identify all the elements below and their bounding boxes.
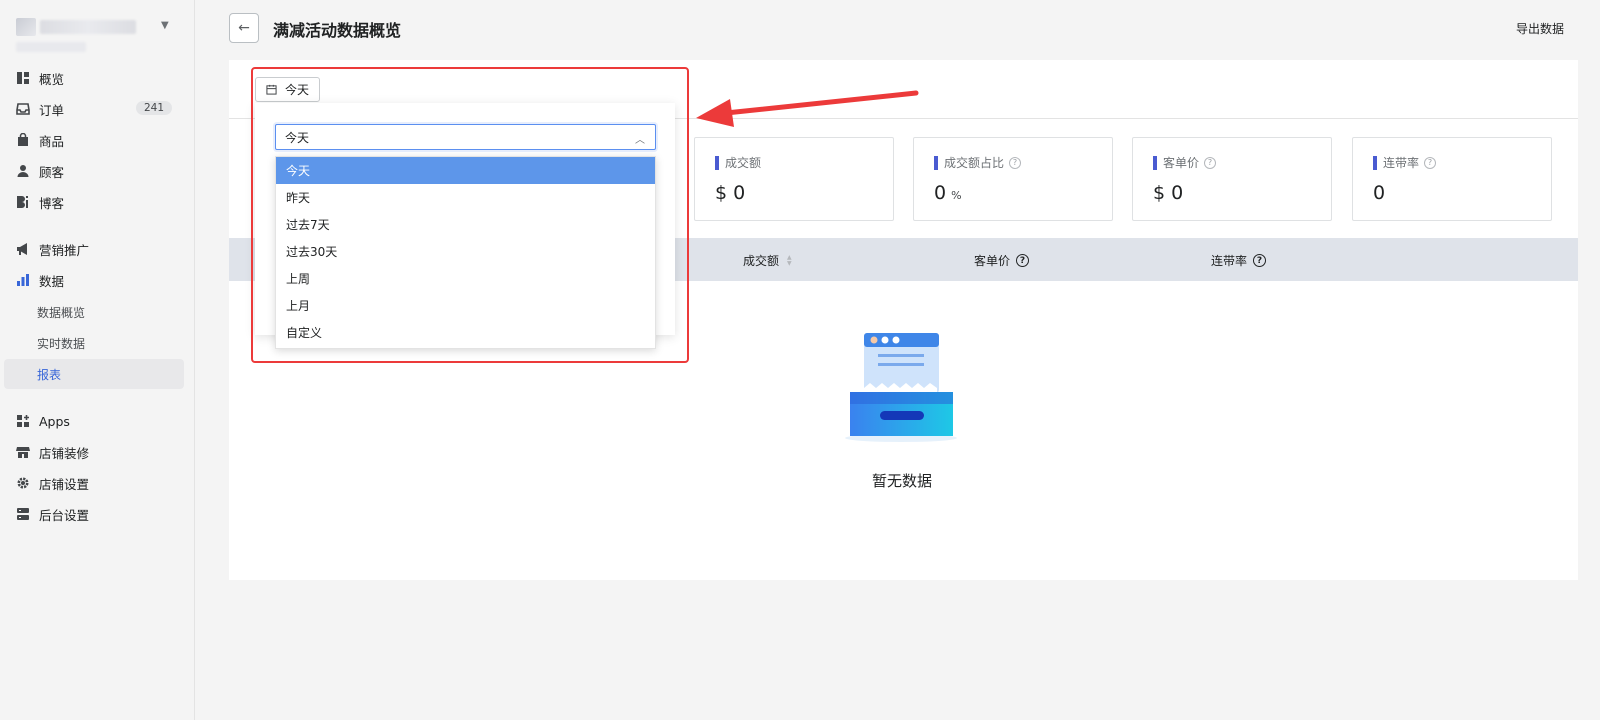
nav-label: 后台设置	[39, 507, 90, 523]
nav-sub-label: 实时数据	[37, 336, 86, 351]
nav-sub-label: 数据概览	[37, 305, 86, 320]
help-icon[interactable]: ?	[1253, 254, 1267, 267]
nav-label: 营销推广	[39, 242, 90, 258]
metric-label: 客单价?	[1153, 154, 1217, 171]
metric-label: 成交额	[715, 154, 761, 171]
metric-card-avg-order-value: 客单价? $ 0	[1132, 137, 1332, 221]
metric-label: 成交额占比?	[934, 154, 1022, 171]
nav-label: 店铺装修	[39, 445, 90, 461]
nav-item-products[interactable]: 商品	[4, 125, 184, 155]
metric-card-attach-rate: 连带率? 0	[1352, 137, 1552, 221]
metric-label: 连带率?	[1373, 154, 1437, 171]
nav-item-apps[interactable]: Apps	[4, 406, 184, 436]
nav-item-overview[interactable]: 概览	[4, 63, 184, 93]
column-label: 客单价	[974, 254, 1011, 268]
nav-label: 商品	[39, 133, 65, 149]
nav-sub-label: 报表	[37, 367, 62, 382]
apps-icon	[16, 414, 30, 428]
nav-label: 概览	[39, 71, 65, 87]
metric-label-text: 客单价	[1163, 156, 1200, 170]
page-title: 满减活动数据概览	[273, 21, 402, 40]
column-label: 成交额	[743, 254, 780, 268]
metric-card-revenue-share: 成交额占比? 0%	[913, 137, 1113, 221]
metric-label-text: 连带率	[1383, 156, 1420, 170]
metric-value: $ 0	[1153, 182, 1184, 204]
nav-item-store-settings[interactable]: 店铺设置	[4, 468, 184, 498]
export-data-button[interactable]: 导出数据	[1516, 20, 1564, 37]
nav-label: 订单	[39, 102, 65, 118]
blog-icon	[16, 195, 30, 209]
store-subtitle-blurred	[16, 42, 86, 52]
nav-item-blog[interactable]: 博客	[4, 187, 184, 217]
store-logo	[16, 18, 36, 36]
server-icon	[16, 507, 30, 521]
nav-item-data[interactable]: 数据	[4, 265, 184, 295]
nav-item-store-design[interactable]: 店铺装修	[4, 437, 184, 467]
metric-value: 0	[1373, 182, 1386, 204]
inbox-icon	[16, 102, 30, 116]
arrow-left-icon: ←	[238, 20, 250, 36]
help-icon[interactable]: ?	[1009, 156, 1022, 169]
metric-number: 0	[934, 182, 947, 204]
column-header-revenue[interactable]: 成交额 ▲ ▼	[743, 252, 792, 269]
accent-bar	[934, 155, 938, 170]
metric-label-text: 成交额占比	[944, 156, 1005, 170]
empty-box-icon	[845, 333, 957, 442]
nav-item-admin-settings[interactable]: 后台设置	[4, 499, 184, 529]
bar-chart-icon	[16, 273, 30, 287]
accent-bar	[1373, 155, 1377, 170]
nav-sub-data-overview[interactable]: 数据概览	[4, 297, 184, 327]
storefront-icon	[16, 445, 30, 459]
orders-count-badge: 241	[135, 101, 172, 115]
nav-item-marketing[interactable]: 营销推广	[4, 234, 184, 264]
nav-label: 店铺设置	[39, 476, 90, 492]
metric-value: 0%	[934, 182, 962, 204]
metric-label-text: 成交额	[725, 156, 762, 170]
tag-icon	[16, 133, 30, 147]
empty-state-text: 暂无数据	[872, 472, 933, 490]
help-icon[interactable]: ?	[1016, 254, 1030, 267]
store-switcher[interactable]: ▼	[16, 16, 181, 52]
nav-label: 博客	[39, 195, 65, 211]
metric-unit: %	[951, 189, 962, 202]
gear-icon	[16, 476, 30, 490]
nav-label: 数据	[39, 273, 65, 289]
sort-icon[interactable]: ▲ ▼	[787, 254, 792, 267]
nav-item-orders[interactable]: 订单 241	[4, 94, 184, 124]
nav-label: 顾客	[39, 164, 65, 180]
store-name-blurred	[40, 20, 136, 34]
column-header-attach-rate: 连带率 ?	[1211, 252, 1267, 269]
accent-bar	[715, 155, 719, 170]
nav-item-customers[interactable]: 顾客	[4, 156, 184, 186]
back-button[interactable]: ←	[229, 13, 259, 43]
help-icon[interactable]: ?	[1424, 156, 1437, 169]
column-header-avg-order-value: 客单价 ?	[974, 252, 1030, 269]
annotation-highlight-box	[251, 67, 689, 363]
column-label: 连带率	[1211, 254, 1248, 268]
metric-card-revenue: 成交额 $ 0	[694, 137, 894, 221]
person-icon	[16, 164, 30, 178]
megaphone-icon	[16, 242, 30, 256]
metric-value: $ 0	[715, 182, 746, 204]
sidebar: ▼ 概览 订单 241 商品 顾客 博客 营销推广 数据 数据概览 实时数据 报…	[0, 0, 195, 720]
nav-sub-realtime-data[interactable]: 实时数据	[4, 328, 184, 358]
dashboard-icon	[16, 71, 30, 85]
accent-bar	[1153, 155, 1157, 170]
help-icon[interactable]: ?	[1204, 156, 1217, 169]
caret-down-icon: ▼	[161, 20, 169, 31]
annotation-arrow-icon	[696, 90, 919, 127]
nav-sub-reports[interactable]: 报表	[4, 359, 184, 389]
nav-label: Apps	[39, 413, 70, 429]
